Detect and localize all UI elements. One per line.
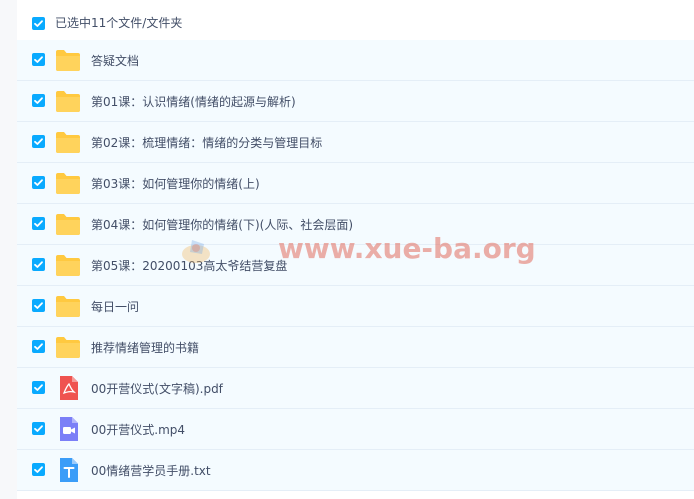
file-name[interactable]: 00情绪营学员手册.txt: [91, 462, 211, 479]
file-list: 已选中11个文件/文件夹 答疑文档 第01课：认识情绪(情绪的起源与解析) 第0…: [17, 0, 694, 499]
file-row[interactable]: 00开营仪式.mp4: [17, 409, 694, 450]
row-checkbox[interactable]: [32, 463, 45, 476]
file-name[interactable]: 第02课：梳理情绪：情绪的分类与管理目标: [91, 134, 322, 151]
check-icon: [34, 384, 43, 391]
file-row[interactable]: 00开营仪式(文字稿).pdf: [17, 368, 694, 409]
file-name[interactable]: 答疑文档: [91, 52, 139, 69]
file-row[interactable]: 第01课：认识情绪(情绪的起源与解析): [17, 81, 694, 122]
check-icon: [34, 261, 43, 268]
check-icon: [34, 138, 43, 145]
file-name[interactable]: 00开营仪式(文字稿).pdf: [91, 380, 223, 397]
file-row[interactable]: 第02课：梳理情绪：情绪的分类与管理目标: [17, 122, 694, 163]
file-name[interactable]: 第05课：20200103高太爷结营复盘: [91, 257, 287, 274]
check-icon: [34, 20, 43, 27]
sidebar-edge: [0, 0, 17, 499]
folder-icon: [55, 212, 81, 236]
row-checkbox[interactable]: [32, 94, 45, 107]
folder-icon: [55, 171, 81, 195]
file-name[interactable]: 第03课：如何管理你的情绪(上): [91, 175, 260, 192]
file-row[interactable]: 推荐情绪管理的书籍: [17, 327, 694, 368]
video-file-icon: [55, 417, 81, 441]
file-name[interactable]: 第01课：认识情绪(情绪的起源与解析): [91, 93, 296, 110]
row-checkbox[interactable]: [32, 258, 45, 271]
text-file-icon: [55, 458, 81, 482]
folder-icon: [55, 130, 81, 154]
file-name[interactable]: 第04课：如何管理你的情绪(下)(人际、社会层面): [91, 216, 353, 233]
row-checkbox[interactable]: [32, 381, 45, 394]
file-row[interactable]: 第03课：如何管理你的情绪(上): [17, 163, 694, 204]
file-row[interactable]: 第04课：如何管理你的情绪(下)(人际、社会层面): [17, 204, 694, 245]
folder-icon: [55, 89, 81, 113]
row-checkbox[interactable]: [32, 217, 45, 230]
check-icon: [34, 97, 43, 104]
folder-icon: [55, 335, 81, 359]
file-name[interactable]: 推荐情绪管理的书籍: [91, 339, 199, 356]
folder-icon: [55, 294, 81, 318]
row-checkbox[interactable]: [32, 135, 45, 148]
folder-icon: [55, 253, 81, 277]
row-checkbox[interactable]: [32, 53, 45, 66]
check-icon: [34, 425, 43, 432]
row-checkbox[interactable]: [32, 422, 45, 435]
check-icon: [34, 302, 43, 309]
file-name[interactable]: 00开营仪式.mp4: [91, 421, 185, 438]
file-row[interactable]: 第05课：20200103高太爷结营复盘: [17, 245, 694, 286]
selection-count-text: 已选中11个文件/文件夹: [55, 16, 183, 30]
check-icon: [34, 466, 43, 473]
file-row[interactable]: 00情绪营学员手册.txt: [17, 450, 694, 491]
row-checkbox[interactable]: [32, 340, 45, 353]
select-all-checkbox[interactable]: [32, 17, 45, 30]
check-icon: [34, 343, 43, 350]
pdf-file-icon: [55, 376, 81, 400]
row-checkbox[interactable]: [32, 176, 45, 189]
row-checkbox[interactable]: [32, 299, 45, 312]
check-icon: [34, 220, 43, 227]
check-icon: [34, 179, 43, 186]
folder-icon: [55, 48, 81, 72]
file-row[interactable]: 每日一问: [17, 286, 694, 327]
file-row[interactable]: 答疑文档: [17, 40, 694, 81]
check-icon: [34, 56, 43, 63]
file-name[interactable]: 每日一问: [91, 298, 139, 315]
